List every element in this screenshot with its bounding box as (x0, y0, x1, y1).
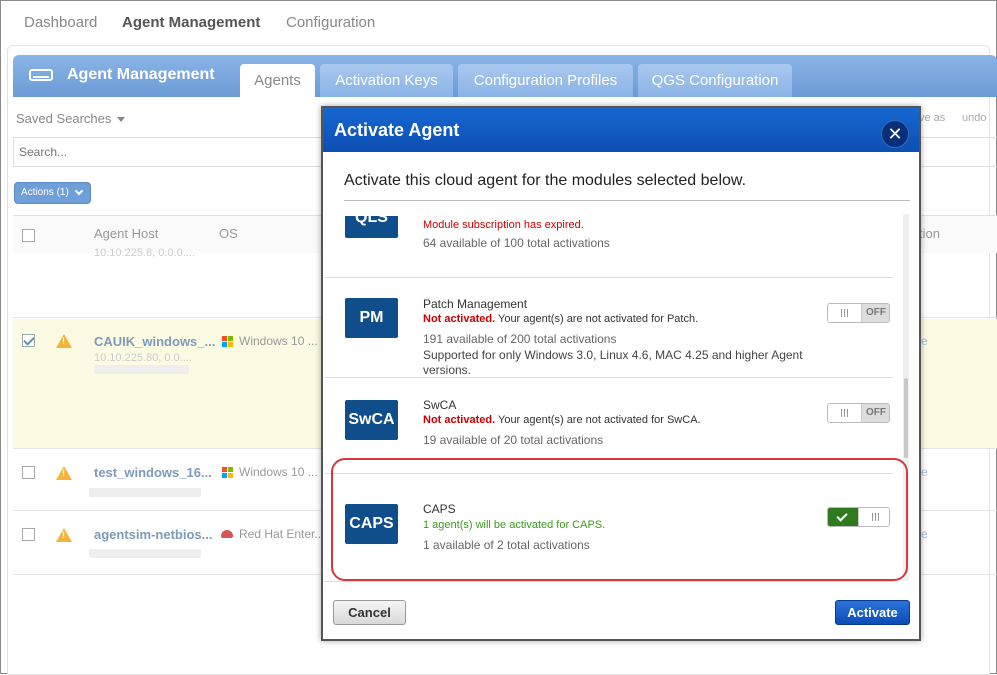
row-action-partial[interactable]: e (921, 465, 928, 479)
dialog-instructions: Activate this cloud agent for the module… (344, 172, 747, 189)
agent-host-link[interactable]: test_windows_16... (94, 465, 212, 480)
search-input-end (919, 137, 997, 167)
agent-ip: 10.10.225.80, 0.0.... (94, 352, 192, 364)
highlight-annotation (331, 458, 908, 581)
tab-activation-keys[interactable]: Activation Keys (320, 64, 453, 97)
redacted-text (94, 365, 189, 374)
actions-button[interactable]: Actions (1) (14, 182, 91, 204)
module-qls: QLS Module subscription has expired. 64 … (325, 216, 893, 278)
module-badge-swca: SwCA (345, 400, 398, 440)
saved-searches-dropdown[interactable]: Saved Searches (16, 111, 126, 126)
save-as-link[interactable]: ve as (919, 112, 945, 124)
module-availability: 191 available of 200 total activations (423, 332, 617, 346)
nav-dashboard[interactable]: Dashboard (24, 14, 97, 31)
agent-os: Red Hat Enter... (239, 527, 325, 541)
warning-icon (56, 528, 72, 542)
dialog-title-bar: Activate Agent ✕ (323, 108, 919, 152)
not-activated-label: Not activated. (423, 414, 496, 426)
cancel-button[interactable]: Cancel (333, 600, 406, 625)
select-all-checkbox[interactable] (22, 229, 35, 242)
nav-agent-management[interactable]: Agent Management (122, 14, 260, 31)
dialog-title: Activate Agent (334, 120, 460, 140)
saved-searches-label: Saved Searches (16, 111, 112, 126)
nav-configuration[interactable]: Configuration (286, 14, 375, 31)
windows-logo-icon (222, 336, 233, 347)
warning-icon (56, 466, 72, 480)
actions-label: Actions (1) (21, 187, 69, 198)
agent-device-icon (29, 69, 53, 81)
scrollbar-thumb[interactable] (904, 378, 908, 458)
module-note: Supported for only Windows 3.0, Linux 4.… (423, 348, 803, 377)
undo-link[interactable]: undo (962, 112, 986, 124)
module-status: Not activated. Your agent(s) are not act… (423, 414, 701, 426)
chevron-down-icon (74, 186, 84, 196)
redhat-logo-icon (221, 530, 233, 538)
search-input[interactable] (13, 137, 333, 167)
toggle-knob (828, 404, 862, 422)
toggle-state: OFF (862, 404, 889, 422)
column-os[interactable]: OS (219, 226, 238, 241)
row-action-partial[interactable]: e (921, 334, 928, 348)
status-detail: Your agent(s) are not activated for Patc… (495, 313, 699, 325)
row-checkbox[interactable] (22, 466, 35, 479)
status-detail: Your agent(s) are not activated for SwCA… (495, 414, 701, 426)
tab-qgs-configuration[interactable]: QGS Configuration (638, 64, 792, 97)
warning-icon (56, 334, 72, 348)
module-status: Not activated. Your agent(s) are not act… (423, 313, 698, 325)
module-pm: PM Patch Management Not activated. Your … (325, 278, 893, 378)
toggle-pm[interactable]: OFF (827, 303, 890, 323)
tab-configuration-profiles[interactable]: Configuration Profiles (458, 64, 633, 97)
close-icon[interactable]: ✕ (881, 120, 909, 148)
module-availability: 64 available of 100 total activations (423, 236, 610, 250)
row-checkbox[interactable] (22, 528, 35, 541)
tab-agents[interactable]: Agents (240, 64, 315, 97)
activate-button[interactable]: Activate (835, 600, 910, 625)
agent-host-link[interactable]: CAUIK_windows_... (94, 334, 215, 349)
windows-logo-icon (222, 467, 233, 478)
agent-host-link[interactable]: agentsim-netbios... (94, 527, 212, 542)
module-badge-pm: PM (345, 298, 398, 338)
column-agent-host[interactable]: Agent Host (94, 226, 158, 241)
row-checkbox[interactable] (22, 334, 35, 347)
toggle-state: OFF (862, 304, 889, 322)
redacted-text (89, 549, 201, 558)
toggle-knob (828, 304, 862, 322)
module-availability: 19 available of 20 total activations (423, 433, 604, 447)
module-name: SwCA (423, 398, 457, 412)
toggle-swca[interactable]: OFF (827, 403, 890, 423)
agent-os: Windows 10 ... (239, 334, 318, 348)
agent-os: Windows 10 ... (239, 465, 318, 479)
divider (344, 200, 910, 201)
agent-ip: 10.10.225.8, 0.0.0.... (94, 247, 195, 259)
redacted-text (89, 488, 201, 497)
module-name: Patch Management (423, 297, 528, 311)
not-activated-label: Not activated. (423, 313, 496, 325)
caret-down-icon (117, 117, 126, 123)
module-status: Module subscription has expired. (423, 219, 584, 231)
row-action-partial[interactable]: e (921, 527, 928, 541)
module-badge-qls: QLS (345, 216, 398, 238)
module-title: Agent Management (67, 66, 215, 83)
column-partial-right: tion (919, 226, 940, 241)
top-navigation: Dashboard Agent Management Configuration (1, 1, 996, 45)
